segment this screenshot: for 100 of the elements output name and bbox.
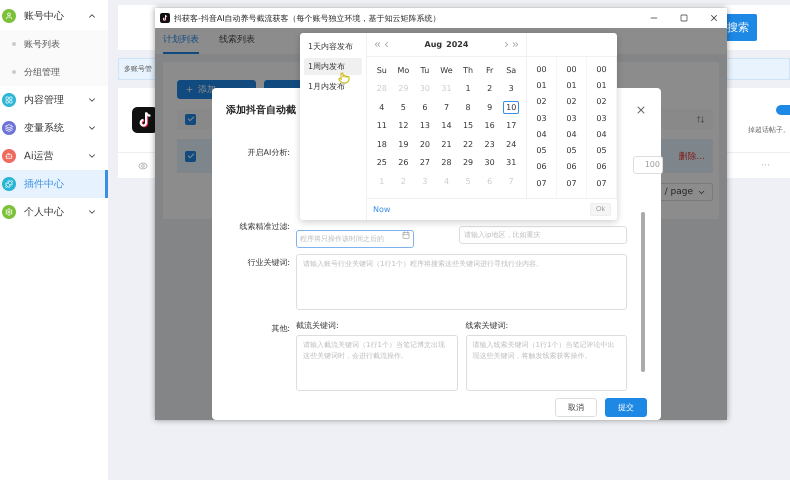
time-option[interactable]: 02	[536, 94, 547, 110]
time-option[interactable]: 02	[566, 94, 577, 110]
day-cell[interactable]: 1	[460, 82, 476, 96]
sort-icon[interactable]	[696, 114, 705, 124]
day-cell[interactable]: 4	[374, 100, 390, 114]
day-cell[interactable]: 29	[460, 156, 476, 170]
checkbox[interactable]	[185, 150, 196, 162]
sidebar-item[interactable]: 变量系统	[0, 114, 108, 142]
day-cell[interactable]: 7	[438, 100, 454, 114]
time-option[interactable]: 00	[596, 61, 607, 78]
year-label[interactable]: 2024	[446, 40, 468, 49]
day-cell[interactable]: 24	[503, 138, 520, 151]
day-cell[interactable]: 20	[416, 138, 434, 151]
field-label: 截流关键词:	[296, 320, 340, 331]
preset-option[interactable]: 1周内发布	[304, 58, 362, 75]
time-option[interactable]: 05	[536, 142, 547, 159]
day-cell[interactable]: 9	[482, 100, 498, 114]
calendar-icon	[402, 231, 410, 239]
day-cell[interactable]: 15	[460, 119, 476, 132]
sidebar-label: Ai运营	[24, 150, 55, 163]
time-option[interactable]: 03	[566, 110, 577, 126]
sidebar-label: 账号中心	[24, 10, 65, 23]
day-cell[interactable]: 28	[438, 156, 455, 170]
sidebar-item[interactable]: 内容管理	[0, 86, 108, 114]
field-label: 行业关键词:	[246, 257, 290, 268]
scrollbar-thumb[interactable]	[641, 212, 645, 372]
time-option[interactable]: 06	[536, 158, 547, 176]
dialog-title: 添加抖音自动截	[226, 103, 296, 117]
day-cell[interactable]: 10	[503, 100, 520, 114]
month-label[interactable]: Aug	[424, 40, 442, 49]
sidebar-subitem[interactable]: 账号列表	[0, 30, 108, 58]
day-cell[interactable]: 6	[417, 100, 432, 114]
cancel-button[interactable]: 取消	[555, 398, 597, 416]
day-cell[interactable]: 13	[416, 119, 434, 132]
close-icon[interactable]	[635, 104, 647, 116]
weekday-label: Mo	[397, 66, 410, 75]
sidebar-label: 内容管理	[24, 94, 65, 107]
day-cell[interactable]: 11	[374, 119, 390, 132]
weekday-label: Su	[376, 66, 387, 75]
chevron-left-icon[interactable]	[382, 40, 391, 49]
day-cell[interactable]: 21	[438, 138, 455, 151]
day-cell[interactable]: 2	[482, 82, 498, 96]
window-title: 抖获客-抖音AI自动养号截流获客（每个账号独立环境，基于知云矩阵系统）	[174, 12, 442, 24]
time-option[interactable]: 04	[596, 126, 607, 142]
time-option[interactable]: 01	[596, 77, 607, 94]
day-cell[interactable]: 8	[460, 100, 476, 114]
preset-option[interactable]: 1月内发布	[304, 78, 362, 95]
time-option[interactable]: 03	[536, 110, 547, 126]
time-option[interactable]: 02	[596, 94, 607, 110]
double-right-icon[interactable]	[511, 40, 520, 49]
sidebar-item[interactable]: 账号中心	[0, 2, 108, 30]
day-cell[interactable]: 5	[396, 100, 411, 114]
sidebar-label: 插件中心	[24, 178, 65, 191]
time-option[interactable]: 07	[566, 175, 577, 192]
time-option[interactable]: 05	[596, 142, 607, 159]
time-option[interactable]: 00	[566, 61, 577, 78]
day-cell[interactable]: 3	[504, 82, 519, 96]
checkbox[interactable]	[185, 114, 196, 124]
field-label: 开启AI分析:	[246, 147, 290, 158]
day-cell[interactable]: 27	[416, 156, 434, 170]
time-option[interactable]: 06	[596, 158, 607, 176]
chevron-right-icon[interactable]	[502, 40, 511, 49]
sidebar-item[interactable]: Ai运营	[0, 142, 108, 170]
day-cell[interactable]: 22	[460, 138, 476, 151]
submit-button[interactable]: 提交	[605, 398, 647, 416]
preset-option[interactable]: 1天内容发布	[304, 38, 362, 55]
field-label: 其他:	[270, 323, 290, 334]
eye-icon	[138, 160, 148, 170]
time-option[interactable]: 01	[536, 77, 547, 94]
day-cell[interactable]: 23	[482, 138, 498, 151]
day-cell[interactable]: 30	[482, 156, 498, 170]
day-cell[interactable]: 19	[395, 138, 412, 151]
day-cell[interactable]: 26	[395, 156, 412, 170]
plus-icon	[185, 85, 194, 94]
time-option[interactable]: 04	[566, 126, 577, 142]
sidebar-item[interactable]: 个人中心	[0, 198, 108, 226]
field-label: 线索关键词:	[466, 320, 510, 331]
day-cell[interactable]: 17	[503, 119, 520, 132]
day-cell[interactable]: 25	[374, 156, 390, 170]
weekday-label: Sa	[506, 66, 516, 75]
time-option[interactable]: 07	[536, 175, 547, 192]
day-cell[interactable]: 12	[395, 119, 412, 132]
sidebar-subitem[interactable]: 分组管理	[0, 58, 108, 86]
day-cell[interactable]: 14	[438, 119, 455, 132]
weekday-label: Th	[463, 66, 474, 75]
time-option[interactable]: 07	[596, 175, 607, 192]
time-option[interactable]: 04	[536, 126, 547, 142]
time-option[interactable]: 05	[566, 142, 577, 159]
tab[interactable]: 线索列表	[219, 33, 255, 54]
weekday-label: Tu	[420, 66, 430, 75]
double-left-icon[interactable]	[373, 40, 382, 49]
time-option[interactable]: 06	[566, 158, 577, 176]
music-note-logo-icon	[160, 13, 170, 23]
time-option[interactable]: 01	[566, 77, 577, 94]
badge	[776, 105, 790, 115]
day-cell[interactable]: 16	[482, 119, 498, 132]
day-cell[interactable]: 31	[503, 156, 520, 170]
time-option[interactable]: 00	[536, 61, 547, 78]
day-cell[interactable]: 18	[374, 138, 390, 151]
time-option[interactable]: 03	[596, 110, 607, 126]
